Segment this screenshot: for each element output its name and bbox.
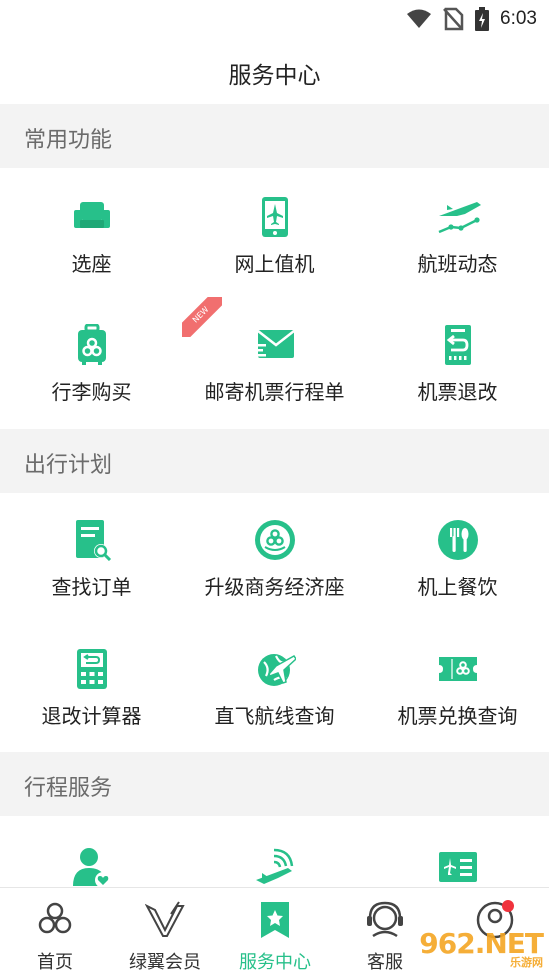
section-title: 行程服务 [24,776,113,801]
service-direct-route[interactable]: 直飞航线查询 [183,622,366,750]
tab-service-center[interactable]: 服务中心 [220,888,330,976]
order-search-icon [76,520,112,561]
service-label: 邮寄机票行程单 [204,380,345,404]
service-label: 选座 [71,252,112,276]
tab-home[interactable]: 首页 [0,888,110,976]
wifi-icon [407,9,432,28]
service-refund-calculator[interactable]: 退改计算器 [0,622,183,750]
service-upgrade-seat[interactable]: 升级商务经济座 [183,493,366,621]
upgrade-seat-icon [255,520,295,560]
tab-label: 绿翼会员 [129,952,201,973]
service-label: 机票兑换查询 [397,704,518,728]
service-label: 退改计算器 [41,704,142,728]
mail-itinerary-icon [254,330,295,358]
boarding-pass-icon [439,852,477,882]
service-label: 机上餐饮 [417,575,498,599]
member-wings-icon [145,901,185,937]
service-ticket-exchange[interactable]: 机票兑换查询 [366,622,549,750]
service-label: 升级商务经济座 [204,575,345,599]
ticket-exchange-icon [439,657,477,681]
service-center-icon [261,902,289,938]
service-label: 机票退改 [417,380,498,404]
clock: 6:03 [500,8,537,29]
service-label: 航班动态 [417,252,498,276]
meal-icon [438,520,478,560]
seat-icon [74,202,110,228]
new-badge: NEW [182,297,222,337]
luggage-icon [78,324,106,365]
tab-member[interactable]: 绿翼会员 [110,888,220,976]
passenger-service-icon [73,848,111,888]
service-select-seat[interactable]: 选座 [0,170,183,298]
section-title: 出行计划 [24,453,113,478]
service-label: 直飞航线查询 [214,704,335,728]
battery-charging-icon [475,7,490,31]
section-title: 常用功能 [24,128,113,153]
service-label: 查找订单 [51,575,132,599]
section-header-trip-service: 行程服务 [0,752,549,816]
flight-status-icon [438,202,481,234]
home-logo-icon [38,902,72,934]
section-header-travel-plan: 出行计划 [0,429,549,493]
page-title: 服务中心 [228,63,321,89]
ticket-refund-icon [445,325,471,365]
service-online-checkin[interactable]: 网上值机 [183,170,366,298]
service-flight-status[interactable]: 航班动态 [366,170,549,298]
headset-icon [367,901,403,938]
service-label: 网上值机 [234,252,315,276]
service-luggage[interactable]: 行李购买 [0,298,183,426]
calculator-icon [77,649,107,689]
route-globe-icon [258,654,296,686]
service-ticket-refund[interactable]: 机票退改 [366,298,549,426]
wifi-plane-icon [256,848,294,884]
tab-label: 服务中心 [239,952,311,973]
notification-dot [502,900,514,912]
watermark-logo: 962.NET 乐游网 [419,927,544,969]
service-order-search[interactable]: 查找订单 [0,493,183,621]
section-header-common: 常用功能 [0,104,549,168]
no-sim-icon [443,7,464,31]
app-bar: 服务中心 [0,38,549,104]
service-label: 行李购买 [51,380,132,404]
tab-label: 首页 [37,952,73,973]
online-checkin-icon [262,197,288,237]
status-bar: 6:03 [0,0,549,38]
service-inflight-meal[interactable]: 机上餐饮 [366,493,549,621]
